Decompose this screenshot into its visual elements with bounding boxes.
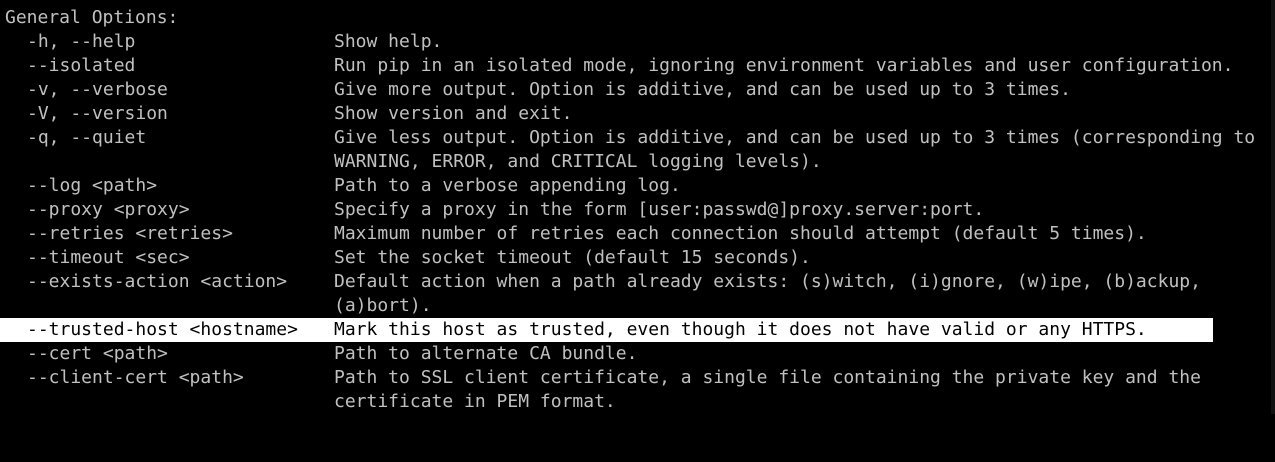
option-flag: --log <path>	[27, 175, 158, 196]
option-flag: --retries <retries>	[27, 223, 233, 244]
option-row-log: --log <path> Path to a verbose appending…	[0, 174, 1275, 198]
section-heading: General Options:	[5, 7, 179, 28]
option-description-continued: certificate in PEM format.	[334, 391, 616, 412]
option-description: Mark this host as trusted, even though i…	[334, 319, 1147, 340]
option-row-trusted-host-selected[interactable]: --trusted-host <hostname> Mark this host…	[0, 318, 1213, 342]
option-row-retries: --retries <retries> Maximum number of re…	[0, 222, 1275, 246]
option-description-continued: (a)bort).	[334, 295, 432, 316]
terminal-window[interactable]: General Options: -h, --help Show help. -…	[0, 0, 1275, 414]
option-description: Path to alternate CA bundle.	[334, 343, 638, 364]
option-row-quiet: -q, --quiet Give less output. Option is …	[0, 126, 1275, 150]
option-description: Path to SSL client certificate, a single…	[334, 367, 1201, 388]
option-row-isolated: --isolated Run pip in an isolated mode, …	[0, 54, 1275, 78]
option-flag: -h, --help	[27, 31, 136, 52]
option-flag: --timeout <sec>	[27, 247, 190, 268]
option-row-timeout: --timeout <sec> Set the socket timeout (…	[0, 246, 1275, 270]
option-description-continued: WARNING, ERROR, and CRITICAL logging lev…	[334, 151, 822, 172]
option-description: Maximum number of retries each connectio…	[334, 223, 1147, 244]
option-description: Run pip in an isolated mode, ignoring en…	[334, 55, 1234, 76]
option-description: Show version and exit.	[334, 103, 573, 124]
option-row-client-cert: --client-cert <path> Path to SSL client …	[0, 366, 1275, 390]
option-row-client-cert-continued: certificate in PEM format.	[0, 390, 1275, 414]
option-flag: --proxy <proxy>	[27, 199, 190, 220]
option-row-verbose: -v, --verbose Give more output. Option i…	[0, 78, 1275, 102]
option-row-cert: --cert <path> Path to alternate CA bundl…	[0, 342, 1275, 366]
option-row-quiet-continued: WARNING, ERROR, and CRITICAL logging lev…	[0, 150, 1275, 174]
option-description: Give more output. Option is additive, an…	[334, 79, 1071, 100]
scrollbar-edge[interactable]	[1271, 0, 1275, 414]
option-flag: --isolated	[27, 55, 136, 76]
option-flag: --cert <path>	[27, 343, 168, 364]
option-flag: -v, --verbose	[27, 79, 168, 100]
option-row-exists-action: --exists-action <action> Default action …	[0, 270, 1275, 294]
option-description: Specify a proxy in the form [user:passwd…	[334, 199, 985, 220]
option-description: Give less output. Option is additive, an…	[334, 127, 1256, 148]
option-description: Default action when a path already exist…	[334, 271, 1201, 292]
option-description: Path to a verbose appending log.	[334, 175, 681, 196]
option-row-version: -V, --version Show version and exit.	[0, 102, 1275, 126]
option-flag: --exists-action <action>	[27, 271, 288, 292]
option-description: Set the socket timeout (default 15 secon…	[334, 247, 811, 268]
option-flag: -q, --quiet	[27, 127, 147, 148]
option-flag: -V, --version	[27, 103, 168, 124]
option-row-proxy: --proxy <proxy> Specify a proxy in the f…	[0, 198, 1275, 222]
option-row-help: -h, --help Show help.	[0, 30, 1275, 54]
option-flag: --client-cert <path>	[27, 367, 244, 388]
option-flag: --trusted-host <hostname>	[27, 319, 298, 340]
option-row-exists-action-continued: (a)bort).	[0, 294, 1275, 318]
option-description: Show help.	[334, 31, 443, 52]
